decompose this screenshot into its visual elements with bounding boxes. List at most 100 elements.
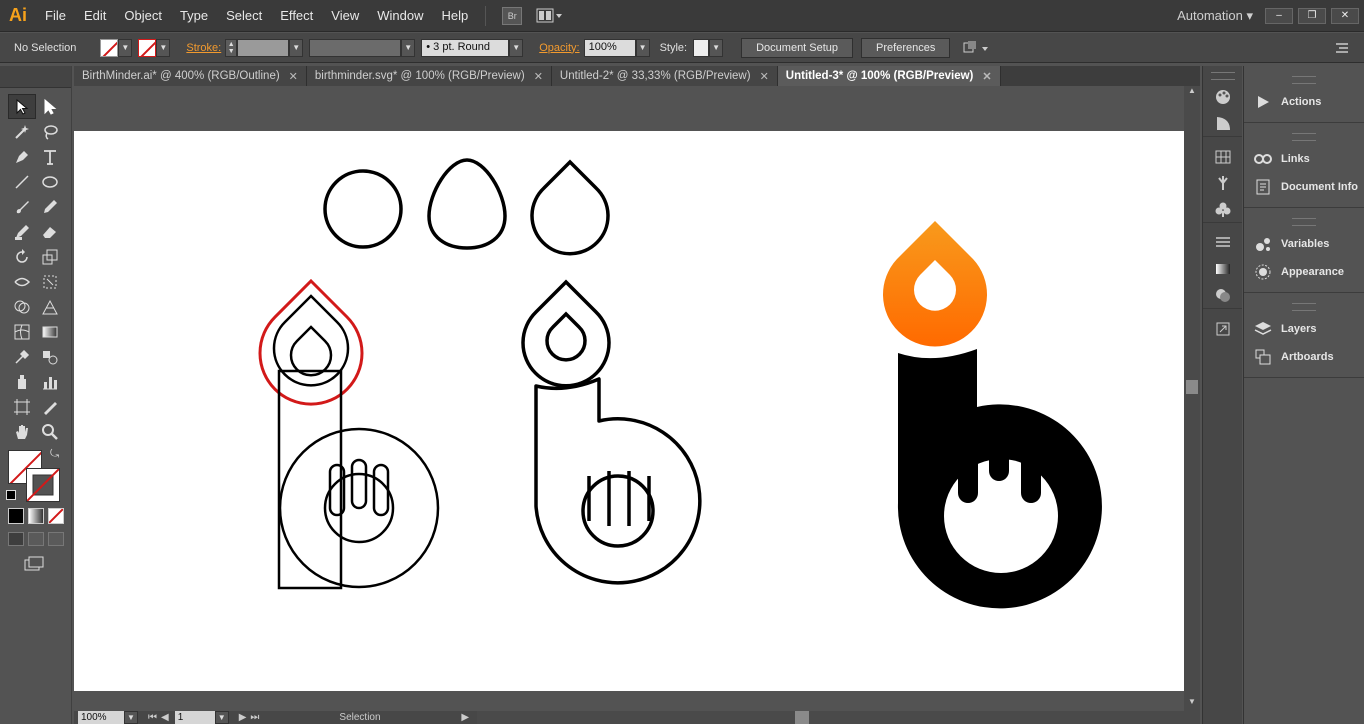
stroke-weight-dropdown[interactable]: ▼ xyxy=(289,38,304,57)
menu-effect[interactable]: Effect xyxy=(271,0,322,32)
eraser-tool-icon[interactable] xyxy=(36,219,64,244)
shape-egg[interactable] xyxy=(427,158,507,250)
artwork[interactable] xyxy=(74,131,1184,691)
final-logo[interactable] xyxy=(883,221,1102,609)
restore-button[interactable]: ❐ xyxy=(1298,7,1326,24)
next-artboard-icon[interactable]: ▶ xyxy=(239,712,247,723)
paintbrush-tool-icon[interactable] xyxy=(8,194,36,219)
stroke-weight-stepper[interactable]: ▲ ▼ xyxy=(225,38,238,57)
vertical-scroll-thumb[interactable] xyxy=(1186,380,1198,394)
free-transform-tool-icon[interactable] xyxy=(36,269,64,294)
symbol-sprayer-tool-icon[interactable] xyxy=(8,369,36,394)
brushes-icon[interactable] xyxy=(1203,170,1243,196)
swap-fill-stroke-icon[interactable]: ⤿ xyxy=(50,448,59,461)
export-panel-icon[interactable] xyxy=(1203,316,1243,342)
tab-untitled-3[interactable]: Untitled-3* @ 100% (RGB/Preview) ✕ xyxy=(777,66,1001,86)
shape-builder-tool-icon[interactable] xyxy=(8,294,36,319)
menu-object[interactable]: Object xyxy=(115,0,171,32)
menu-help[interactable]: Help xyxy=(432,0,477,32)
close-icon[interactable]: ✕ xyxy=(289,70,298,83)
panel-links[interactable]: Links xyxy=(1244,145,1364,173)
color-panel-icon[interactable] xyxy=(1203,84,1243,110)
gradient-panel-icon[interactable] xyxy=(1203,256,1243,282)
mesh-tool-icon[interactable] xyxy=(8,319,36,344)
gradient-tool-icon[interactable] xyxy=(36,319,64,344)
artboard[interactable] xyxy=(74,131,1184,691)
menu-type[interactable]: Type xyxy=(171,0,217,32)
eyedropper-tool-icon[interactable] xyxy=(8,344,36,369)
zoom-dropdown[interactable]: ▼ xyxy=(124,711,138,724)
bridge-button[interactable]: Br xyxy=(502,6,523,25)
gradient-mode-icon[interactable] xyxy=(28,508,44,524)
panel-grip[interactable] xyxy=(1292,76,1316,84)
draw-normal-icon[interactable] xyxy=(8,532,24,546)
construction-drawing[interactable] xyxy=(258,278,440,590)
tab-birthminder-ai[interactable]: BirthMinder.ai* @ 400% (RGB/Outline) ✕ xyxy=(74,66,307,86)
brush-field[interactable]: • 3 pt. Round xyxy=(421,38,510,57)
panel-layers[interactable]: Layers xyxy=(1244,315,1364,343)
pen-tool-icon[interactable] xyxy=(8,144,36,169)
stroke-weight-field[interactable] xyxy=(237,38,290,57)
first-artboard-icon[interactable]: ⏮ xyxy=(148,712,157,723)
color-guide-icon[interactable] xyxy=(1203,110,1243,136)
transparency-icon[interactable] xyxy=(1203,282,1243,308)
document-setup-button[interactable]: Document Setup xyxy=(741,37,854,58)
panel-variables[interactable]: Variables xyxy=(1244,230,1364,258)
workspace-switcher[interactable]: Automation ▾ xyxy=(1165,8,1265,24)
panel-grip[interactable] xyxy=(1210,72,1235,80)
swatches-icon[interactable] xyxy=(1203,144,1243,170)
variable-width-dropdown[interactable]: ▼ xyxy=(401,38,416,57)
magic-wand-tool-icon[interactable] xyxy=(8,119,36,144)
default-fill-stroke-icon[interactable] xyxy=(6,490,16,500)
drip-3[interactable] xyxy=(1021,441,1041,503)
width-tool-icon[interactable] xyxy=(8,269,36,294)
tab-birthminder-svg[interactable]: birthminder.svg* @ 100% (RGB/Preview) ✕ xyxy=(306,66,552,86)
blend-tool-icon[interactable] xyxy=(36,344,64,369)
column-graph-tool-icon[interactable] xyxy=(36,369,64,394)
canvas-area[interactable] xyxy=(74,86,1184,691)
style-swatch[interactable] xyxy=(693,38,710,57)
tools-panel-header[interactable] xyxy=(0,66,71,88)
vertical-scrollbar[interactable]: ▲ ▼ xyxy=(1184,86,1200,711)
arrange-icon[interactable] xyxy=(962,39,990,57)
close-window-button[interactable]: ✕ xyxy=(1331,7,1359,24)
shape-circle[interactable] xyxy=(323,169,403,249)
slice-tool-icon[interactable] xyxy=(36,394,64,419)
lasso-tool-icon[interactable] xyxy=(36,119,64,144)
scroll-down-arrow[interactable]: ▼ xyxy=(1184,697,1200,711)
preferences-button[interactable]: Preferences xyxy=(861,37,951,58)
zoom-field[interactable]: 100% xyxy=(78,711,124,724)
minimize-button[interactable]: – xyxy=(1265,7,1293,24)
panel-actions[interactable]: Actions xyxy=(1244,88,1364,116)
artboard-number-field[interactable]: 1 xyxy=(174,711,215,724)
drip-1[interactable] xyxy=(958,441,978,503)
panel-menu-icon[interactable] xyxy=(1334,41,1350,55)
zoom-tool-icon[interactable] xyxy=(36,419,64,444)
ellipse-tool-icon[interactable] xyxy=(36,169,64,194)
artboard-dropdown[interactable]: ▼ xyxy=(214,711,229,724)
horizontal-scrollbar[interactable] xyxy=(477,711,1200,724)
fill-dropdown[interactable]: ▼ xyxy=(118,38,133,57)
opacity-dropdown[interactable]: ▼ xyxy=(635,38,650,57)
outline-logo[interactable] xyxy=(521,279,702,585)
direct-selection-tool-icon[interactable] xyxy=(36,94,64,119)
draw-inside-icon[interactable] xyxy=(48,532,64,546)
none-mode-icon[interactable] xyxy=(48,508,64,524)
rotate-tool-icon[interactable] xyxy=(8,244,36,269)
style-dropdown[interactable]: ▼ xyxy=(709,38,724,57)
screen-mode-icon[interactable] xyxy=(24,556,46,572)
type-tool-icon[interactable] xyxy=(36,144,64,169)
stroke-dropdown[interactable]: ▼ xyxy=(156,38,171,57)
stroke-panel-icon[interactable] xyxy=(1203,230,1243,256)
panel-artboards[interactable]: Artboards xyxy=(1244,343,1364,371)
variable-width-field[interactable] xyxy=(309,38,402,57)
menu-view[interactable]: View xyxy=(322,0,368,32)
fill-swatch[interactable] xyxy=(100,38,119,57)
scroll-up-arrow[interactable]: ▲ xyxy=(1184,86,1200,100)
panel-grip[interactable] xyxy=(1292,218,1316,226)
prev-artboard-icon[interactable]: ◀ xyxy=(161,712,169,723)
selection-tool-icon[interactable] xyxy=(8,94,36,119)
close-icon[interactable]: ✕ xyxy=(982,70,991,83)
close-icon[interactable]: ✕ xyxy=(760,70,769,83)
arrange-documents-button[interactable] xyxy=(536,7,564,25)
